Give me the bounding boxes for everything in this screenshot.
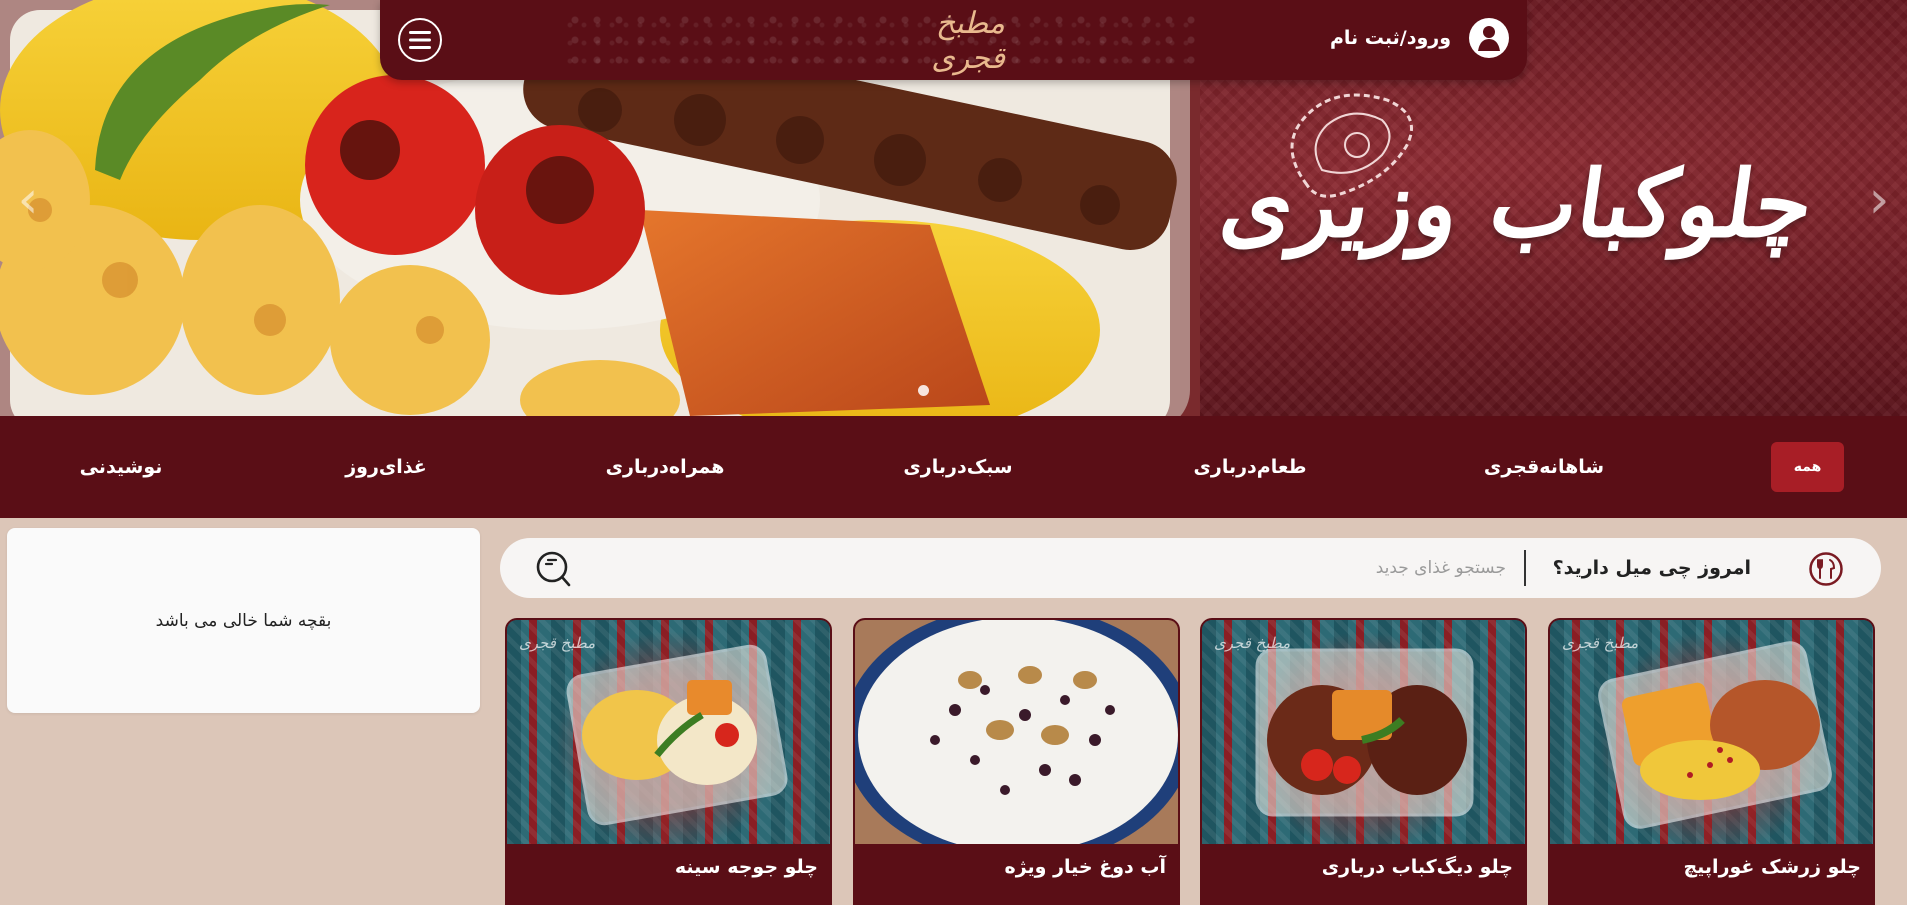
hero-prev-arrow[interactable]: ‹ [8,174,48,226]
logo-watermark: مطبخ قجری [519,634,596,652]
product-image: مطبخ قجری [1550,620,1873,844]
cart-panel: بقچه شما خالی می باشد [7,528,480,713]
search-prompt-label: امروز چی میل دارید؟ [1552,557,1751,579]
hero-dot[interactable] [918,385,929,396]
category-tab[interactable]: شاهانه‌قجری [1484,416,1604,518]
category-bar: همه شاهانه‌قجری طعام‌درباری سبک‌درباری ه… [0,416,1907,518]
category-tab[interactable]: غذای‌روز [345,416,427,518]
search-divider [1524,550,1526,586]
product-title: چلو دیگ‌کباب درباری [1321,856,1513,878]
product-card[interactable]: آب دوغ خیار ویژه [853,618,1180,905]
hero-next-arrow[interactable]: › [1859,174,1899,226]
product-title: آب دوغ خیار ویژه [1004,856,1167,878]
cart-empty-message: بقچه شما خالی می باشد [155,610,332,631]
top-navbar: مطبخ قجری ورود/ثبت نام [380,0,1527,80]
product-title: چلو زرشک غوراپیچ [1683,856,1861,878]
category-tab[interactable]: طعام‌درباری [1194,416,1307,518]
product-card[interactable]: مطبخ قجری چلو دیگ‌کباب درباری [1200,618,1527,905]
product-title: چلو جوجه سینه [674,856,818,878]
search-icon[interactable] [534,548,574,588]
dish-icon [1809,552,1843,586]
category-tab[interactable]: نوشیدنی [80,416,163,518]
hero-pagination [918,385,929,396]
product-image [855,620,1178,844]
product-image: مطبخ قجری [507,620,830,844]
site-logo[interactable]: مطبخ قجری [875,6,1005,76]
search-input[interactable] [686,548,1506,588]
search-bar: امروز چی میل دارید؟ [500,538,1881,598]
logo-watermark: مطبخ قجری [1214,634,1291,652]
hero-title: چلوکباب وزیری [1214,150,1820,258]
category-tab[interactable]: سبک‌درباری [903,416,1012,518]
hamburger-menu-button[interactable] [398,18,442,62]
product-card[interactable]: مطبخ قجری چلو زرشک غوراپیچ [1548,618,1875,905]
category-all-button[interactable]: همه [1771,442,1844,492]
logo-watermark: مطبخ قجری [1562,634,1639,652]
login-label: ورود/ثبت نام [1329,27,1451,49]
product-image: مطبخ قجری [1202,620,1525,844]
category-tab[interactable]: همراه‌درباری [606,416,725,518]
login-register-link[interactable]: ورود/ثبت نام [1330,18,1509,58]
menu-icon [409,31,431,49]
product-card[interactable]: مطبخ قجری چلو جوجه سینه [505,618,832,905]
user-avatar-icon [1469,18,1509,58]
